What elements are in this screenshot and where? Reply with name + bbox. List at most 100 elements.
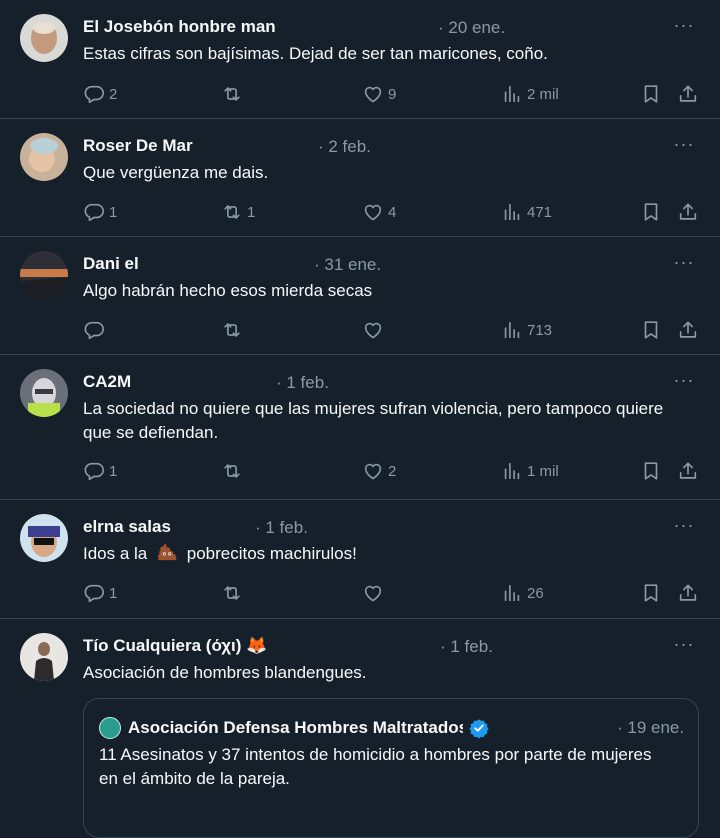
like-button[interactable] (362, 318, 388, 342)
share-button[interactable] (677, 581, 699, 605)
tweet-date[interactable]: · 2 feb. (318, 137, 371, 157)
tweet-text: Algo habrán hecho esos mierda secas (83, 281, 373, 300)
share-icon (677, 460, 699, 482)
tweet-date[interactable]: · 20 ene. (438, 18, 505, 38)
tweet-date[interactable]: · 1 feb. (440, 637, 493, 657)
bookmark-button[interactable] (640, 318, 662, 342)
share-icon (677, 83, 699, 105)
retweet-button[interactable] (221, 459, 247, 483)
author-name[interactable]: El Josebón honbre man (83, 17, 276, 37)
like-button[interactable] (362, 581, 388, 605)
reply-icon (83, 83, 105, 105)
bookmark-icon (640, 319, 662, 341)
avatar[interactable] (20, 133, 68, 181)
bookmark-button[interactable] (640, 200, 662, 224)
tweet-text: Asociación de hombres blandengues. (83, 663, 367, 682)
poop-emoji-icon (158, 543, 177, 561)
share-button[interactable] (677, 82, 699, 106)
views-button[interactable]: 1 mil (501, 459, 559, 483)
more-options-icon[interactable]: ··· (672, 134, 696, 155)
retweet-button[interactable] (221, 318, 247, 342)
views-button[interactable]: 2 mil (501, 82, 559, 106)
author-name[interactable]: Tío Cualquiera (όχι) 🦊 (83, 636, 267, 656)
tweet[interactable]: elrna salas · 1 feb. ··· Idos a la pobre… (0, 500, 720, 619)
tweet-date[interactable]: · 1 feb. (276, 373, 329, 393)
retweet-icon (221, 460, 243, 482)
like-button[interactable]: 9 (362, 82, 396, 106)
views-icon (501, 201, 523, 223)
view-count: 2 mil (527, 85, 559, 103)
retweet-count: 1 (247, 203, 256, 221)
views-icon (501, 319, 523, 341)
retweet-icon (221, 319, 243, 341)
bookmark-button[interactable] (640, 82, 662, 106)
share-button[interactable] (677, 200, 699, 224)
reply-button[interactable]: 2 (83, 82, 117, 106)
reply-icon (83, 201, 105, 223)
share-icon (677, 582, 699, 604)
views-button[interactable]: 471 (501, 200, 552, 224)
views-button[interactable]: 26 (501, 581, 544, 605)
bookmark-icon (640, 460, 662, 482)
like-icon (362, 201, 384, 223)
like-button[interactable]: 2 (362, 459, 396, 483)
tweet[interactable]: Dani el · 31 ene. ··· Algo habrán hecho … (0, 237, 720, 355)
share-icon (677, 319, 699, 341)
views-icon (501, 83, 523, 105)
tweet-date[interactable]: · 31 ene. (314, 255, 381, 275)
avatar[interactable] (20, 514, 68, 562)
like-count: 9 (388, 85, 397, 103)
share-button[interactable] (677, 459, 699, 483)
share-button[interactable] (677, 318, 699, 342)
retweet-button[interactable] (221, 581, 247, 605)
bookmark-button[interactable] (640, 581, 662, 605)
author-name[interactable]: Roser De Mar (83, 136, 193, 156)
tweet-text: Que vergüenza me dais. (83, 163, 269, 182)
reply-button[interactable] (83, 318, 109, 342)
tweet[interactable]: El Josebón honbre man · 20 ene. ··· Esta… (0, 0, 720, 119)
bookmark-icon (640, 582, 662, 604)
reply-button[interactable]: 1 (83, 200, 117, 224)
like-count: 2 (388, 462, 397, 480)
like-icon (362, 582, 384, 604)
tweet-date[interactable]: · 1 feb. (255, 518, 308, 538)
share-icon (677, 201, 699, 223)
more-options-icon[interactable]: ··· (672, 370, 696, 391)
avatar[interactable] (20, 633, 68, 681)
author-name[interactable]: CA2M (83, 372, 131, 392)
views-icon (501, 582, 523, 604)
retweet-icon (221, 201, 243, 223)
tweet[interactable]: Roser De Mar · 2 feb. ··· Que vergüenza … (0, 119, 720, 237)
more-options-icon[interactable]: ··· (672, 634, 696, 655)
avatar[interactable] (20, 251, 68, 299)
retweet-button[interactable]: 1 (221, 200, 255, 224)
more-options-icon[interactable]: ··· (672, 15, 696, 36)
reply-icon (83, 319, 105, 341)
reply-feed: El Josebón honbre man · 20 ene. ··· Esta… (0, 0, 720, 838)
more-options-icon[interactable]: ··· (672, 515, 696, 536)
avatar[interactable] (20, 14, 68, 62)
reply-button[interactable]: 1 (83, 581, 117, 605)
reply-button[interactable]: 1 (83, 459, 117, 483)
quoted-author-name[interactable]: Asociación Defensa Hombres Maltratados (128, 718, 463, 738)
tweet[interactable]: CA2M · 1 feb. ··· La sociedad no quiere … (0, 355, 720, 500)
reply-count: 1 (109, 462, 118, 480)
tweet-text: Estas cifras son bajísimas. Dejad de ser… (83, 44, 548, 63)
author-name[interactable]: elrna salas (83, 517, 171, 537)
quoted-tweet-date[interactable]: · 19 ene. (617, 718, 684, 738)
retweet-button[interactable] (221, 82, 247, 106)
reply-count: 1 (109, 584, 118, 602)
tweet-text: La sociedad no quiere que las mujeres su… (83, 399, 664, 442)
quoted-tweet[interactable]: Asociación Defensa Hombres Maltratados ·… (83, 698, 699, 838)
more-options-icon[interactable]: ··· (672, 252, 696, 273)
bookmark-button[interactable] (640, 459, 662, 483)
author-name[interactable]: Dani el (83, 254, 139, 274)
quoted-tweet-text: 11 Asesinatos y 37 intentos de homicidio… (99, 745, 652, 788)
views-button[interactable]: 713 (501, 318, 552, 342)
avatar[interactable] (20, 369, 68, 417)
view-count: 713 (527, 321, 553, 339)
like-icon (362, 460, 384, 482)
reply-icon (83, 460, 105, 482)
view-count: 471 (527, 203, 553, 221)
like-button[interactable]: 4 (362, 200, 396, 224)
